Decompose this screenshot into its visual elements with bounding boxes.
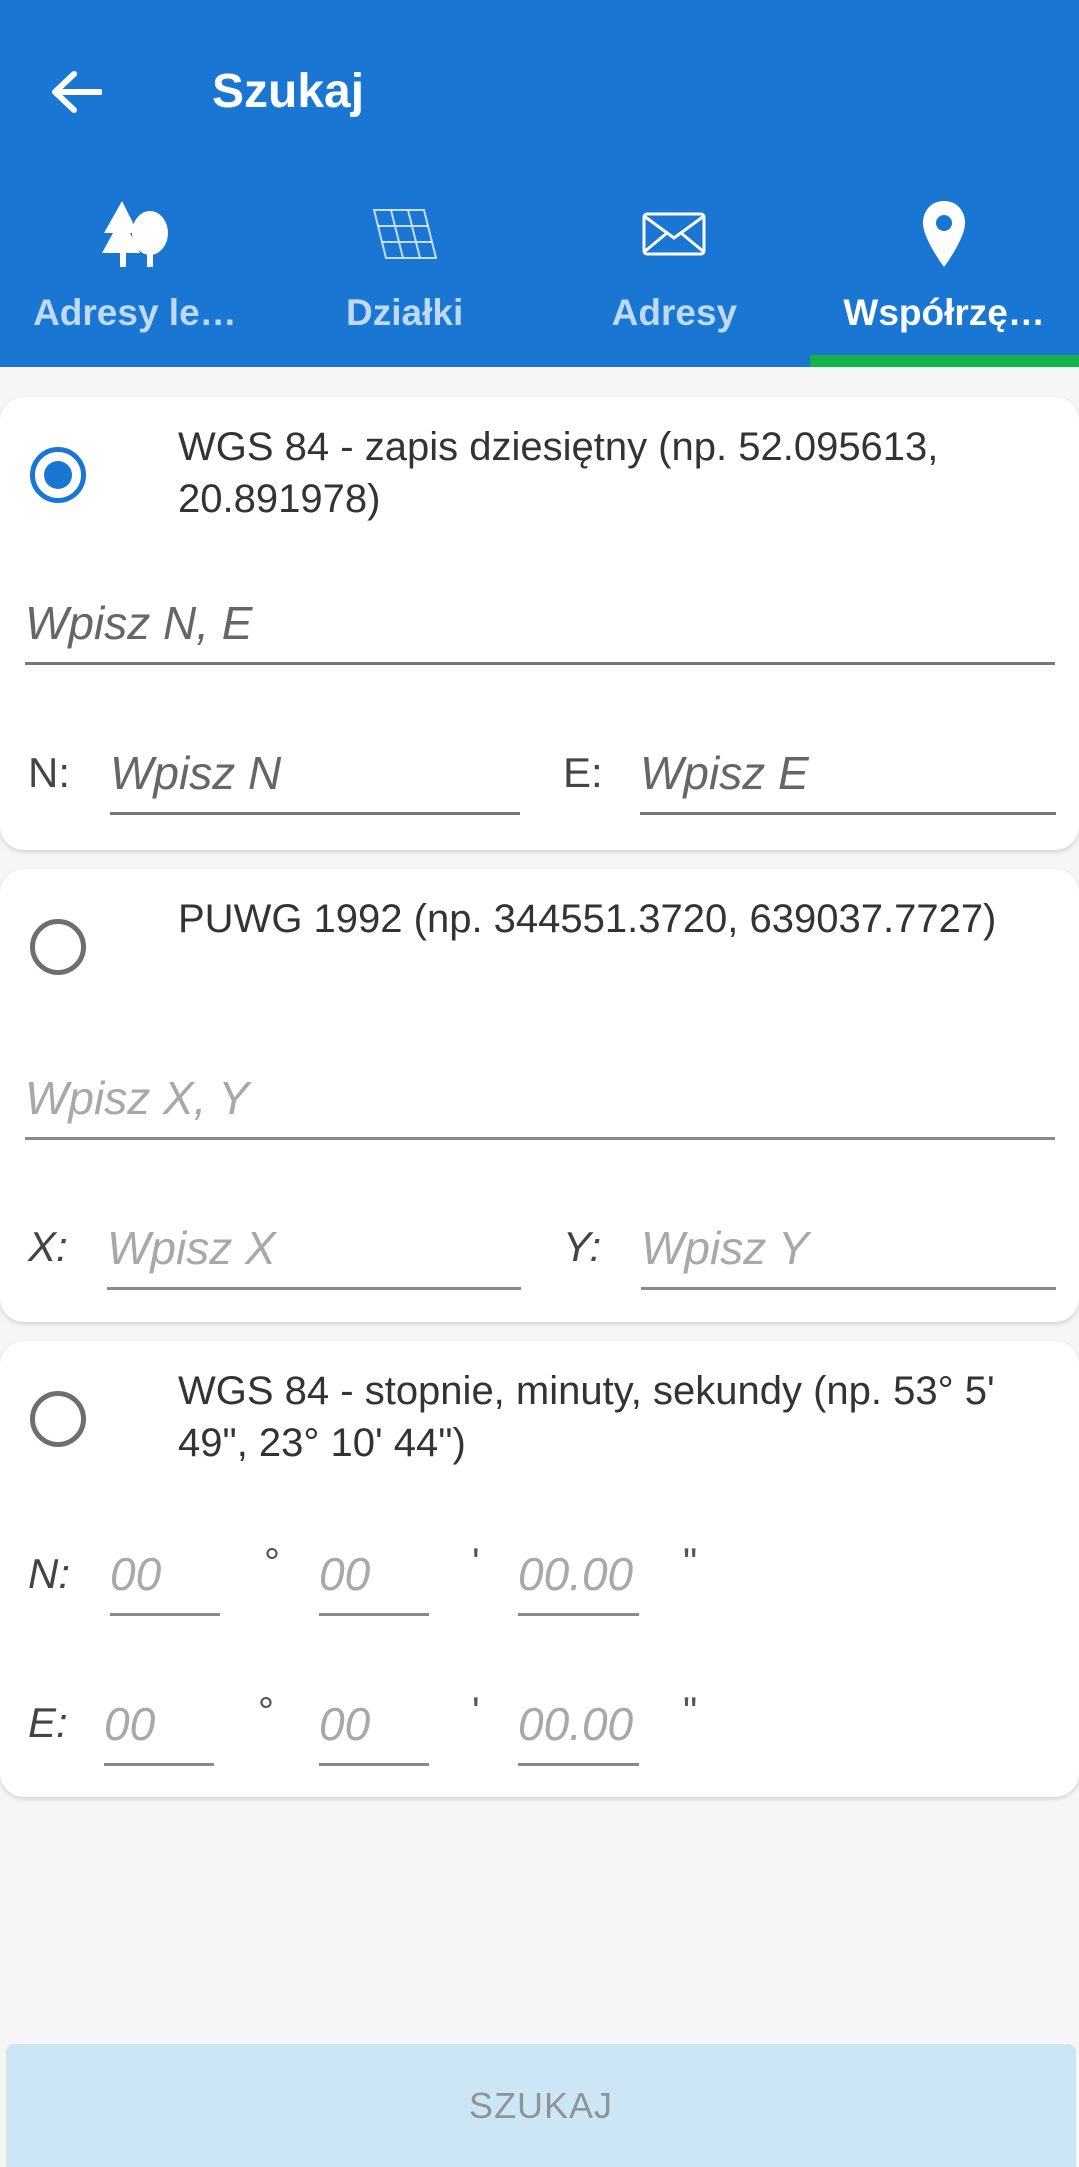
tab-forest-addresses[interactable]: Adresy le… <box>0 180 270 367</box>
puwg1992-card: PUWG 1992 (np. 344551.3720, 639037.7727)… <box>0 869 1079 1322</box>
degrees-placeholder: 00 <box>110 1548 162 1600</box>
dms-n-seconds-input[interactable]: 00.00 <box>518 1526 639 1616</box>
wgs84-ne-input[interactable]: Wpisz N, E <box>25 579 1055 665</box>
dms-e-degrees-input[interactable]: 00 <box>104 1675 214 1766</box>
tab-addresses[interactable]: Adresy <box>540 180 810 367</box>
dms-n-label: N: <box>28 1550 70 1597</box>
seconds-placeholder: 00.00 <box>518 1548 634 1600</box>
envelope-icon <box>540 194 810 274</box>
wgs84-decimal-label[interactable]: WGS 84 - zapis dziesiętny (np. 52.095613… <box>178 421 1059 525</box>
minute-symbol: ' <box>472 1541 480 1585</box>
active-tab-indicator <box>810 355 1079 367</box>
y-label: Y: <box>563 1223 602 1270</box>
tab-bar: Adresy le… Działki Adresy Współrzę… <box>0 180 1079 367</box>
tab-label: Adresy le… <box>33 292 237 333</box>
n-label: N: <box>28 749 70 796</box>
parcel-grid-icon <box>270 194 540 274</box>
minutes-placeholder: 00 <box>319 1548 371 1600</box>
wgs84-decimal-card: WGS 84 - zapis dziesiętny (np. 52.095613… <box>0 397 1079 850</box>
minutes-placeholder: 00 <box>319 1698 371 1750</box>
minute-symbol: ' <box>472 1690 480 1734</box>
puwg1992-label[interactable]: PUWG 1992 (np. 344551.3720, 639037.7727) <box>178 893 1059 945</box>
xy-placeholder: Wpisz X, Y <box>25 1072 250 1124</box>
y-placeholder: Wpisz Y <box>641 1222 809 1274</box>
back-button[interactable] <box>36 52 116 132</box>
tab-label: Adresy <box>611 292 738 333</box>
arrow-left-icon <box>52 71 102 113</box>
puwg-y-input[interactable]: Wpisz Y <box>641 1199 1056 1290</box>
puwg1992-radio[interactable] <box>30 919 86 975</box>
degree-symbol: ° <box>264 1541 280 1585</box>
dms-e-seconds-input[interactable]: 00.00 <box>518 1675 639 1766</box>
search-button[interactable]: SZUKAJ <box>6 2044 1076 2167</box>
tab-label: Współrzę… <box>843 292 1045 333</box>
location-pin-icon <box>809 194 1079 274</box>
tab-parcels[interactable]: Działki <box>270 180 540 367</box>
dms-n-degrees-input[interactable]: 00 <box>110 1526 220 1616</box>
wgs84-dms-card: WGS 84 - stopnie, minuty, sekundy (np. 5… <box>0 1341 1079 1797</box>
app-bar: Szukaj Adresy le… Działki Adresy Współrz… <box>0 0 1079 367</box>
wgs84-dms-label[interactable]: WGS 84 - stopnie, minuty, sekundy (np. 5… <box>178 1365 1059 1469</box>
wgs84-n-input[interactable]: Wpisz N <box>110 727 520 815</box>
tab-label: Działki <box>346 292 464 333</box>
n-placeholder: Wpisz N <box>110 747 282 799</box>
wgs84-dms-radio[interactable] <box>30 1391 86 1447</box>
second-symbol: " <box>683 1690 698 1734</box>
e-label: E: <box>563 749 603 796</box>
dms-n-minutes-input[interactable]: 00 <box>319 1526 429 1616</box>
second-symbol: " <box>683 1541 698 1585</box>
degree-symbol: ° <box>258 1690 274 1734</box>
degrees-placeholder: 00 <box>104 1698 156 1750</box>
ne-placeholder: Wpisz N, E <box>25 597 253 649</box>
x-label: X: <box>28 1223 68 1270</box>
tab-coordinates[interactable]: Współrzę… <box>809 180 1079 367</box>
puwg-xy-input[interactable]: Wpisz X, Y <box>25 1051 1055 1140</box>
puwg-x-input[interactable]: Wpisz X <box>107 1199 521 1290</box>
page-title: Szukaj <box>212 65 365 118</box>
seconds-placeholder: 00.00 <box>518 1698 634 1750</box>
dms-e-minutes-input[interactable]: 00 <box>319 1675 429 1766</box>
forest-trees-icon <box>0 194 270 274</box>
wgs84-e-input[interactable]: Wpisz E <box>640 727 1056 815</box>
x-placeholder: Wpisz X <box>107 1222 276 1274</box>
wgs84-decimal-radio[interactable] <box>30 447 86 503</box>
dms-e-label: E: <box>28 1699 68 1746</box>
e-placeholder: Wpisz E <box>640 747 809 799</box>
